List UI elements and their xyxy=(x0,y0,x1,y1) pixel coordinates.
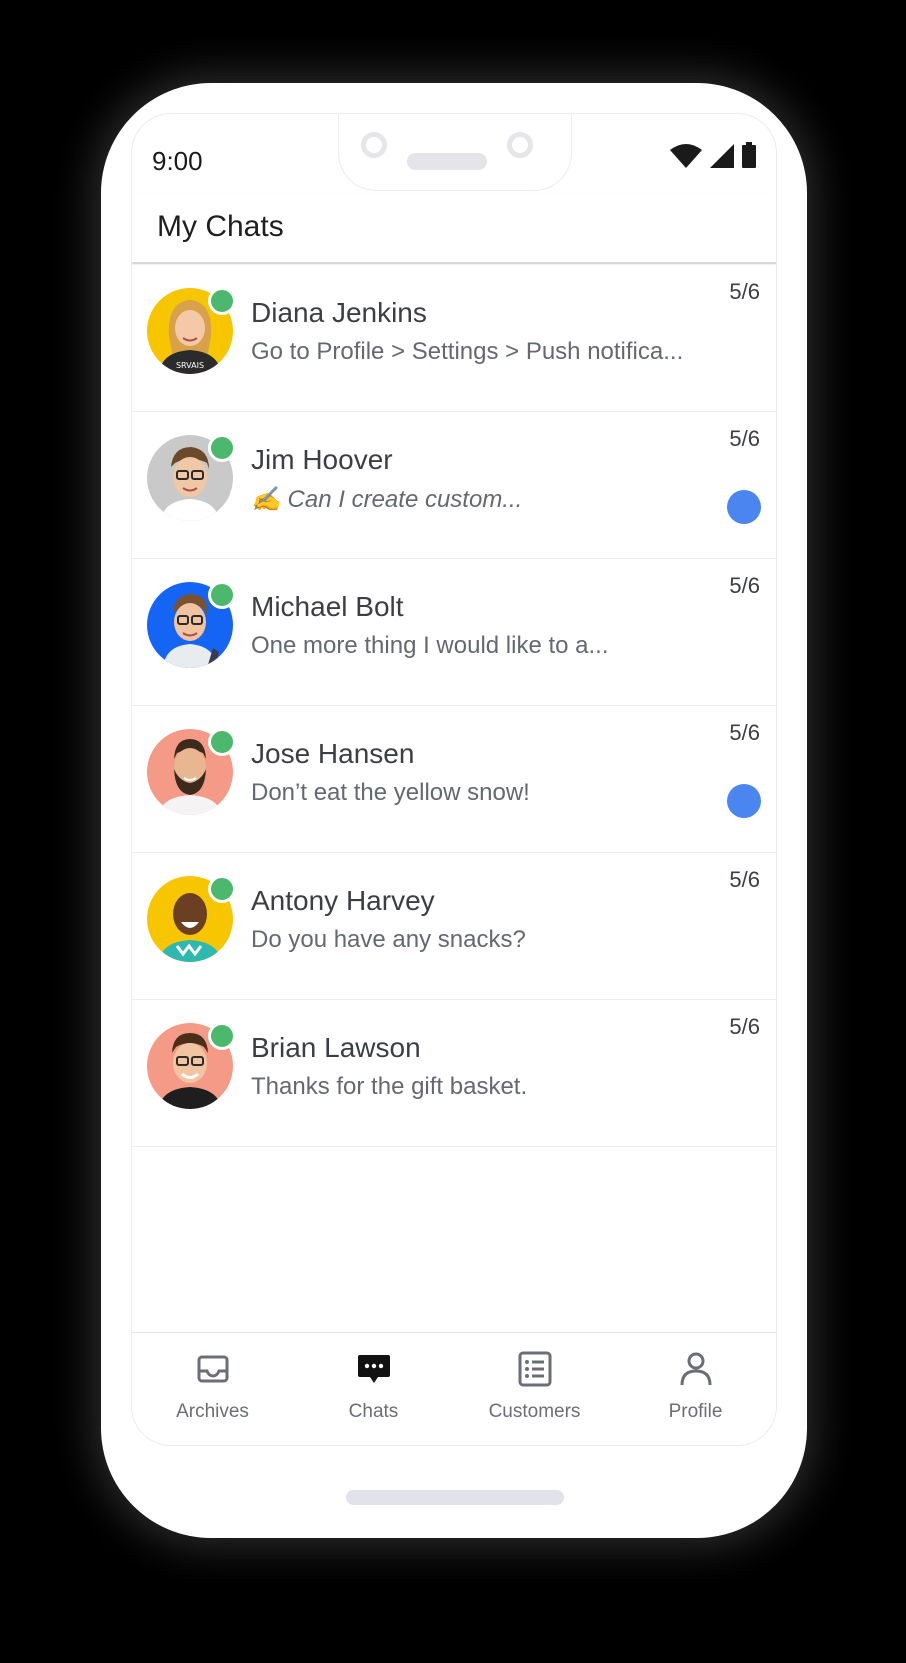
chat-name: Diana Jenkins xyxy=(251,297,427,328)
nav-item-chats[interactable]: Chats xyxy=(293,1333,454,1445)
status-time: 9:00 xyxy=(152,146,203,176)
chat-date: 5/6 xyxy=(729,426,760,451)
online-status-dot xyxy=(208,875,236,903)
chat-date: 5/6 xyxy=(729,867,760,892)
wifi-icon xyxy=(670,144,702,168)
nav-label: Customers xyxy=(488,1401,581,1422)
unread-indicator xyxy=(727,490,761,524)
nav-item-archives[interactable]: Archives xyxy=(132,1333,293,1445)
chat-name: Brian Lawson xyxy=(251,1032,421,1063)
front-sensor xyxy=(507,132,533,158)
chat-bubble-icon xyxy=(357,1355,390,1383)
avatar-container: SRVAIS xyxy=(147,287,236,374)
chat-name: Antony Harvey xyxy=(251,885,435,916)
chat-preview: One more thing I would like to a... xyxy=(251,632,609,659)
chat-list: SRVAIS Diana Jenkins Go to Profile > Set… xyxy=(132,265,776,1147)
online-status-dot xyxy=(208,581,236,609)
chat-row-michael-bolt[interactable]: Michael Bolt One more thing I would like… xyxy=(132,559,776,706)
earpiece-speaker xyxy=(407,153,487,170)
chat-preview: Go to Profile > Settings > Push notifica… xyxy=(251,338,684,365)
chat-date: 5/6 xyxy=(729,720,760,745)
avatar-container xyxy=(147,1022,236,1109)
chat-preview-typing: ✍️ Can I create custom... xyxy=(251,486,523,513)
nav-label: Chats xyxy=(348,1401,399,1422)
chat-preview: Do you have any snacks? xyxy=(251,926,526,953)
chat-name: Jose Hansen xyxy=(251,738,415,769)
list-icon xyxy=(518,1351,551,1387)
front-camera xyxy=(361,132,387,158)
avatar-container xyxy=(147,581,236,668)
cell-signal-icon xyxy=(710,144,734,168)
online-status-dot xyxy=(208,728,236,756)
online-status-dot xyxy=(208,434,236,462)
home-indicator xyxy=(346,1490,564,1505)
chat-preview: Thanks for the gift basket. xyxy=(251,1073,528,1100)
phone-frame: 9:00 My Chats SRVAIS Diana Jenkins Go to… xyxy=(101,83,807,1538)
page-title: My Chats xyxy=(157,210,284,243)
chat-row-brian-lawson[interactable]: Brian Lawson Thanks for the gift basket.… xyxy=(132,1000,776,1147)
chat-row-jim-hoover[interactable]: Jim Hoover ✍️ Can I create custom... 5/6 xyxy=(132,412,776,559)
inbox-icon xyxy=(197,1355,228,1383)
battery-icon xyxy=(742,142,756,168)
chat-date: 5/6 xyxy=(729,279,760,304)
status-icons xyxy=(670,142,756,168)
app-screen: 9:00 My Chats SRVAIS Diana Jenkins Go to… xyxy=(131,113,777,1446)
app-header: My Chats xyxy=(132,194,776,264)
chat-row-jose-hansen[interactable]: Jose Hansen Don’t eat the yellow snow! 5… xyxy=(132,706,776,853)
nav-item-customers[interactable]: Customers xyxy=(454,1333,615,1445)
nav-label: Archives xyxy=(176,1401,249,1422)
chat-row-diana-jenkins[interactable]: SRVAIS Diana Jenkins Go to Profile > Set… xyxy=(132,265,776,412)
chat-name: Michael Bolt xyxy=(251,591,404,622)
avatar-container xyxy=(147,434,236,521)
avatar-container xyxy=(147,875,236,962)
nav-item-profile[interactable]: Profile xyxy=(615,1333,776,1445)
chat-preview: Don’t eat the yellow snow! xyxy=(251,779,530,806)
online-status-dot xyxy=(208,1022,236,1050)
online-status-dot xyxy=(208,287,236,315)
unread-indicator xyxy=(727,784,761,818)
chat-row-antony-harvey[interactable]: Antony Harvey Do you have any snacks? 5/… xyxy=(132,853,776,1000)
avatar-container xyxy=(147,728,236,815)
chat-name: Jim Hoover xyxy=(251,444,393,475)
chat-date: 5/6 xyxy=(729,573,760,598)
bottom-navigation: Archives Chats Customers Profile xyxy=(132,1332,776,1445)
camera-notch xyxy=(338,114,572,191)
chat-date: 5/6 xyxy=(729,1014,760,1039)
user-icon xyxy=(680,1352,711,1386)
svg-text:SRVAIS: SRVAIS xyxy=(176,361,204,370)
nav-label: Profile xyxy=(668,1401,723,1422)
